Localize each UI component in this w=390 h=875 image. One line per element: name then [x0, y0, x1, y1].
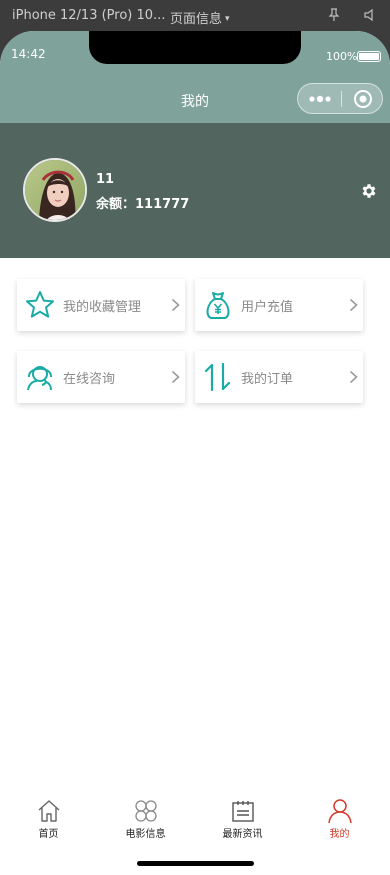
menu-item-label: 我的收藏管理 — [63, 300, 142, 315]
consult-icon — [27, 366, 52, 391]
status-time: 14:42 — [11, 47, 46, 61]
phone-screen: 14:42 100% 我的 11 余额：111777 我的收藏管理 用户充值 在… — [0, 31, 390, 875]
tab-bar: 首页 电影信息 最新资讯 我的 — [0, 783, 390, 875]
money-bag-icon — [206, 292, 230, 319]
menu-item-label: 我的订单 — [241, 372, 294, 387]
menu-item-favorites[interactable]: 我的收藏管理 — [17, 279, 185, 331]
pin-icon[interactable] — [327, 8, 341, 22]
chevron-right-icon — [349, 370, 358, 384]
chevron-down-icon: ▾ — [225, 14, 230, 24]
settings-gear-icon[interactable] — [360, 182, 378, 200]
tab-label: 电影信息 — [125, 829, 166, 840]
calendar-icon — [231, 801, 254, 822]
tab-label: 我的 — [329, 829, 350, 840]
menu-item-orders[interactable]: 我的订单 — [195, 351, 363, 403]
tab-label: 首页 — [38, 829, 59, 840]
device-notch — [89, 31, 301, 64]
star-icon — [26, 291, 54, 318]
capsule-divider — [341, 91, 342, 107]
tab-movie-info[interactable]: 电影信息 — [97, 798, 194, 840]
page-info-dropdown[interactable]: 页面信息 ▾ — [170, 8, 230, 27]
simulator-toolbar: iPhone 12/13 (Pro) 10... 页面信息 ▾ — [0, 0, 390, 32]
speaker-icon[interactable] — [363, 8, 377, 22]
tab-label: 最新资讯 — [222, 829, 263, 840]
battery-fill — [359, 53, 379, 60]
chevron-right-icon — [171, 370, 180, 384]
balance-value: 111777 — [135, 197, 190, 212]
menu-item-label: 在线咨询 — [63, 372, 116, 387]
home-icon — [38, 800, 59, 822]
grid-icon — [134, 800, 157, 822]
avatar[interactable] — [23, 158, 87, 222]
tab-news[interactable]: 最新资讯 — [194, 798, 291, 840]
tab-home[interactable]: 首页 — [0, 798, 97, 840]
sort-arrows-icon — [204, 362, 231, 392]
menu-item-recharge[interactable]: 用户充值 — [195, 279, 363, 331]
menu-item-consult[interactable]: 在线咨询 — [17, 351, 185, 403]
tab-mine[interactable]: 我的 — [291, 798, 388, 840]
balance-label: 余额： — [96, 197, 136, 212]
user-balance: 余额：111777 — [96, 193, 189, 212]
menu-item-label: 用户充值 — [241, 300, 294, 315]
user-name: 11 — [96, 172, 115, 187]
home-indicator — [137, 861, 254, 866]
chevron-right-icon — [171, 298, 180, 312]
device-selector[interactable]: iPhone 12/13 (Pro) 10... — [12, 8, 165, 23]
close-miniprogram-icon[interactable] — [353, 89, 373, 109]
avatar-image — [25, 160, 85, 220]
chevron-right-icon — [349, 298, 358, 312]
navigation-bar: 14:42 100% 我的 — [0, 31, 390, 123]
profile-header: 11 余额：111777 — [0, 123, 390, 258]
person-icon — [327, 799, 352, 824]
page-info-label: 页面信息 — [170, 12, 223, 27]
miniprogram-capsule — [297, 83, 383, 114]
battery-percentage: 100% — [326, 50, 358, 63]
battery-icon — [357, 51, 381, 62]
more-icon[interactable] — [308, 90, 332, 108]
